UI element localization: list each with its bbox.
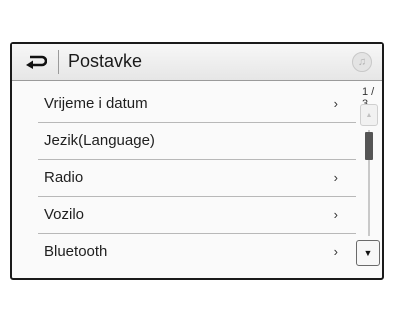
chevron-right-icon: › xyxy=(333,96,338,111)
page-title: Postavke xyxy=(68,51,143,71)
menu-item[interactable]: Radio › xyxy=(38,160,356,197)
triangle-up-icon: ▲ xyxy=(365,111,373,119)
chevron-right-icon: › xyxy=(333,170,338,185)
settings-list: Vrijeme i datum › Jezik(Language) Radio › Voz… xyxy=(38,86,356,271)
triangle-down-icon: ▼ xyxy=(363,248,373,258)
header-bar: Postavke ♫ xyxy=(12,44,382,81)
menu-item-label: Vrijeme i datum xyxy=(44,95,148,112)
back-button[interactable] xyxy=(18,48,54,76)
music-note-icon[interactable]: ♫ xyxy=(352,52,372,72)
chevron-right-icon: › xyxy=(333,207,338,222)
return-arrow-icon xyxy=(26,55,47,69)
menu-item-label: Jezik(Language) xyxy=(44,132,155,149)
menu-item[interactable]: Bluetooth › xyxy=(38,234,356,271)
menu-item[interactable]: Vozilo › xyxy=(38,197,356,234)
chevron-right-icon: › xyxy=(333,244,338,259)
header-divider xyxy=(58,50,59,74)
menu-item-label: Bluetooth xyxy=(44,243,108,260)
scroll-down-button[interactable]: ▼ xyxy=(356,240,380,266)
scroll-up-button[interactable]: ▲ xyxy=(360,104,378,126)
menu-item-label: Radio xyxy=(44,169,84,186)
menu-item-label: Vozilo xyxy=(44,206,85,223)
menu-item[interactable]: Vrijeme i datum › xyxy=(38,86,356,123)
scrollbar-thumb[interactable] xyxy=(365,132,373,160)
menu-item[interactable]: Jezik(Language) xyxy=(38,123,356,160)
settings-screen: Postavke ♫ Vrijeme i datum › Jezik(Languag… xyxy=(10,42,384,280)
